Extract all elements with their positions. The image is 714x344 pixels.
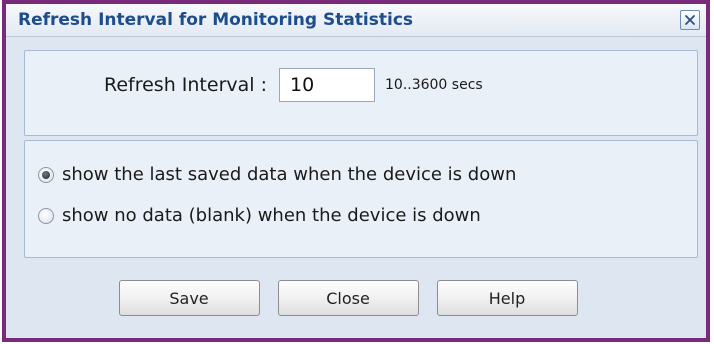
option-label: show the last saved data when the device…	[62, 164, 517, 185]
option-label: show no data (blank) when the device is …	[62, 205, 481, 226]
options-panel: show the last saved data when the device…	[24, 140, 698, 258]
interval-row: Refresh Interval : 10..3600 secs	[104, 68, 483, 102]
option-no-data[interactable]: show no data (blank) when the device is …	[38, 205, 481, 226]
interval-panel: Refresh Interval : 10..3600 secs	[24, 50, 698, 136]
interval-label: Refresh Interval :	[104, 74, 267, 96]
close-button[interactable]: Close	[277, 280, 419, 316]
option-last-saved[interactable]: show the last saved data when the device…	[38, 164, 516, 185]
interval-range-hint: 10..3600 secs	[385, 77, 483, 93]
dialog-titlebar: Refresh Interval for Monitoring Statisti…	[6, 4, 706, 37]
button-bar: Save Close Help	[6, 280, 706, 316]
dialog-title: Refresh Interval for Monitoring Statisti…	[18, 10, 414, 30]
radio-button-unchecked[interactable]	[38, 207, 54, 224]
save-button[interactable]: Save	[118, 280, 260, 316]
refresh-interval-dialog: Refresh Interval for Monitoring Statisti…	[2, 0, 710, 342]
interval-input[interactable]	[279, 68, 375, 102]
help-button[interactable]: Help	[436, 280, 578, 316]
radio-button-checked[interactable]	[38, 166, 54, 183]
close-x-icon[interactable]	[680, 10, 700, 30]
